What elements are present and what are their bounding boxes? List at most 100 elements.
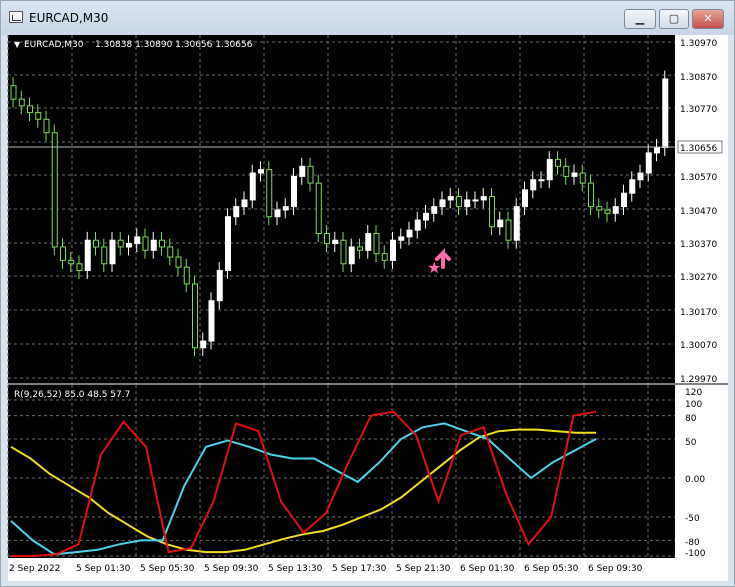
candle-body [18, 98, 25, 107]
candle-body [241, 199, 248, 208]
candle-body [51, 132, 58, 248]
candle-body [637, 172, 644, 181]
symbol-label: EURCAD,M30 [24, 40, 84, 50]
candle-body [596, 206, 603, 211]
title-bar[interactable]: EURCAD,M30 ▁ ▢ ✕ [1, 1, 734, 35]
candle-body [505, 219, 512, 241]
candle-body [447, 196, 454, 201]
candle-body [134, 236, 141, 245]
candle-body [208, 300, 215, 342]
price-tick: 1.30970 [680, 39, 717, 49]
candle-body [101, 246, 108, 265]
time-label: 5 Sep 09:30 [204, 564, 259, 574]
indicator-tick: 80 [685, 414, 697, 424]
candle-body [398, 236, 405, 241]
collapse-indicator[interactable]: ▼ [14, 40, 21, 49]
candle-body [159, 239, 165, 248]
time-label: 6 Sep 09:30 [588, 564, 643, 574]
plot-background [8, 35, 675, 581]
candle-body [340, 239, 347, 265]
price-tick: 1.30770 [680, 105, 717, 115]
price-tick: 1.30570 [680, 173, 717, 183]
candle-body [282, 206, 289, 211]
window-title: EURCAD,M30 [29, 11, 109, 25]
price-tick: 1.30370 [680, 240, 717, 250]
time-label: 5 Sep 01:30 [76, 564, 131, 574]
candle-body [175, 256, 182, 268]
indicator-tick: 120 [685, 388, 702, 398]
close-button[interactable]: ✕ [692, 9, 724, 29]
candle-body [464, 199, 471, 208]
candle-body [348, 246, 355, 265]
candle-body [10, 85, 17, 100]
candle-body [109, 239, 116, 265]
candle-body [142, 236, 149, 251]
candle-body [307, 165, 314, 184]
candle-body [390, 239, 396, 261]
candle-body [117, 239, 124, 248]
minimize-button[interactable]: ▁ [624, 9, 656, 29]
time-label: 2 Sep 2022 [9, 564, 60, 574]
candle-body [183, 266, 190, 285]
candle-body [60, 246, 66, 261]
maximize-button[interactable]: ▢ [659, 9, 689, 29]
candle-body [35, 112, 42, 120]
candle-body [513, 206, 520, 241]
candle-body [538, 179, 545, 182]
candle-body [27, 105, 33, 114]
price-tick: 1.30170 [680, 308, 717, 318]
candle-body [200, 340, 207, 349]
candle-body [546, 159, 553, 181]
indicator-label: R(9,26,52) 85.0 48.5 57.7 [14, 390, 130, 400]
indicator-tick: -100 [685, 549, 706, 559]
candle-body [233, 206, 240, 218]
candle-body [76, 263, 83, 271]
chart-window-icon [9, 11, 23, 23]
candle-body [324, 233, 330, 245]
candle-body [439, 199, 446, 208]
candle-body [150, 239, 157, 251]
candle-body [522, 189, 528, 208]
candle-body [258, 169, 264, 174]
candle-body [381, 253, 388, 261]
candle-body [645, 152, 652, 174]
time-label: 5 Sep 05:30 [140, 564, 195, 574]
candle-body [579, 172, 586, 184]
ohlc-values: 1.30838 1.30890 1.30656 1.30656 [95, 40, 253, 50]
indicator-tick: -50 [685, 514, 700, 524]
candle-body [266, 169, 273, 218]
candle-body [249, 172, 256, 201]
candle-body [68, 259, 75, 265]
chart-canvas[interactable]: ▼ EURCAD,M30 1.30838 1.30890 1.30656 1.3… [1, 35, 734, 586]
current-price-label: 1.30656 [680, 144, 717, 154]
candle-body [654, 147, 660, 154]
time-label: 5 Sep 17:30 [332, 564, 387, 574]
time-label: 6 Sep 01:30 [460, 564, 515, 574]
price-tick: 1.30070 [680, 341, 717, 351]
candle-body [497, 219, 504, 228]
candle-body [604, 209, 611, 214]
star-icon: ★ [427, 258, 441, 277]
candle-body [291, 175, 297, 208]
indicator-tick: 50 [685, 438, 697, 448]
chart-window: EURCAD,M30 ▁ ▢ ✕ ▼ EURCAD,M30 1.30838 1.… [0, 0, 735, 587]
candle-body [406, 229, 413, 238]
price-tick: 1.30270 [680, 273, 717, 283]
indicator-tick: 0.00 [685, 475, 705, 485]
price-tick: 1.30470 [680, 207, 717, 217]
candle-body [192, 283, 198, 349]
candle-body [365, 233, 372, 251]
candle-body [84, 239, 91, 271]
candle-body [472, 199, 479, 202]
candle-body [332, 239, 339, 245]
candle-body [571, 172, 578, 177]
candle-body [357, 246, 363, 251]
candle-body [563, 165, 570, 177]
candle-body [431, 206, 438, 214]
candle-body [612, 206, 619, 214]
candle-body [43, 118, 50, 134]
candle-body [588, 182, 594, 208]
candle-body [480, 196, 487, 201]
candle-body [216, 269, 223, 302]
candle-body [456, 196, 462, 208]
